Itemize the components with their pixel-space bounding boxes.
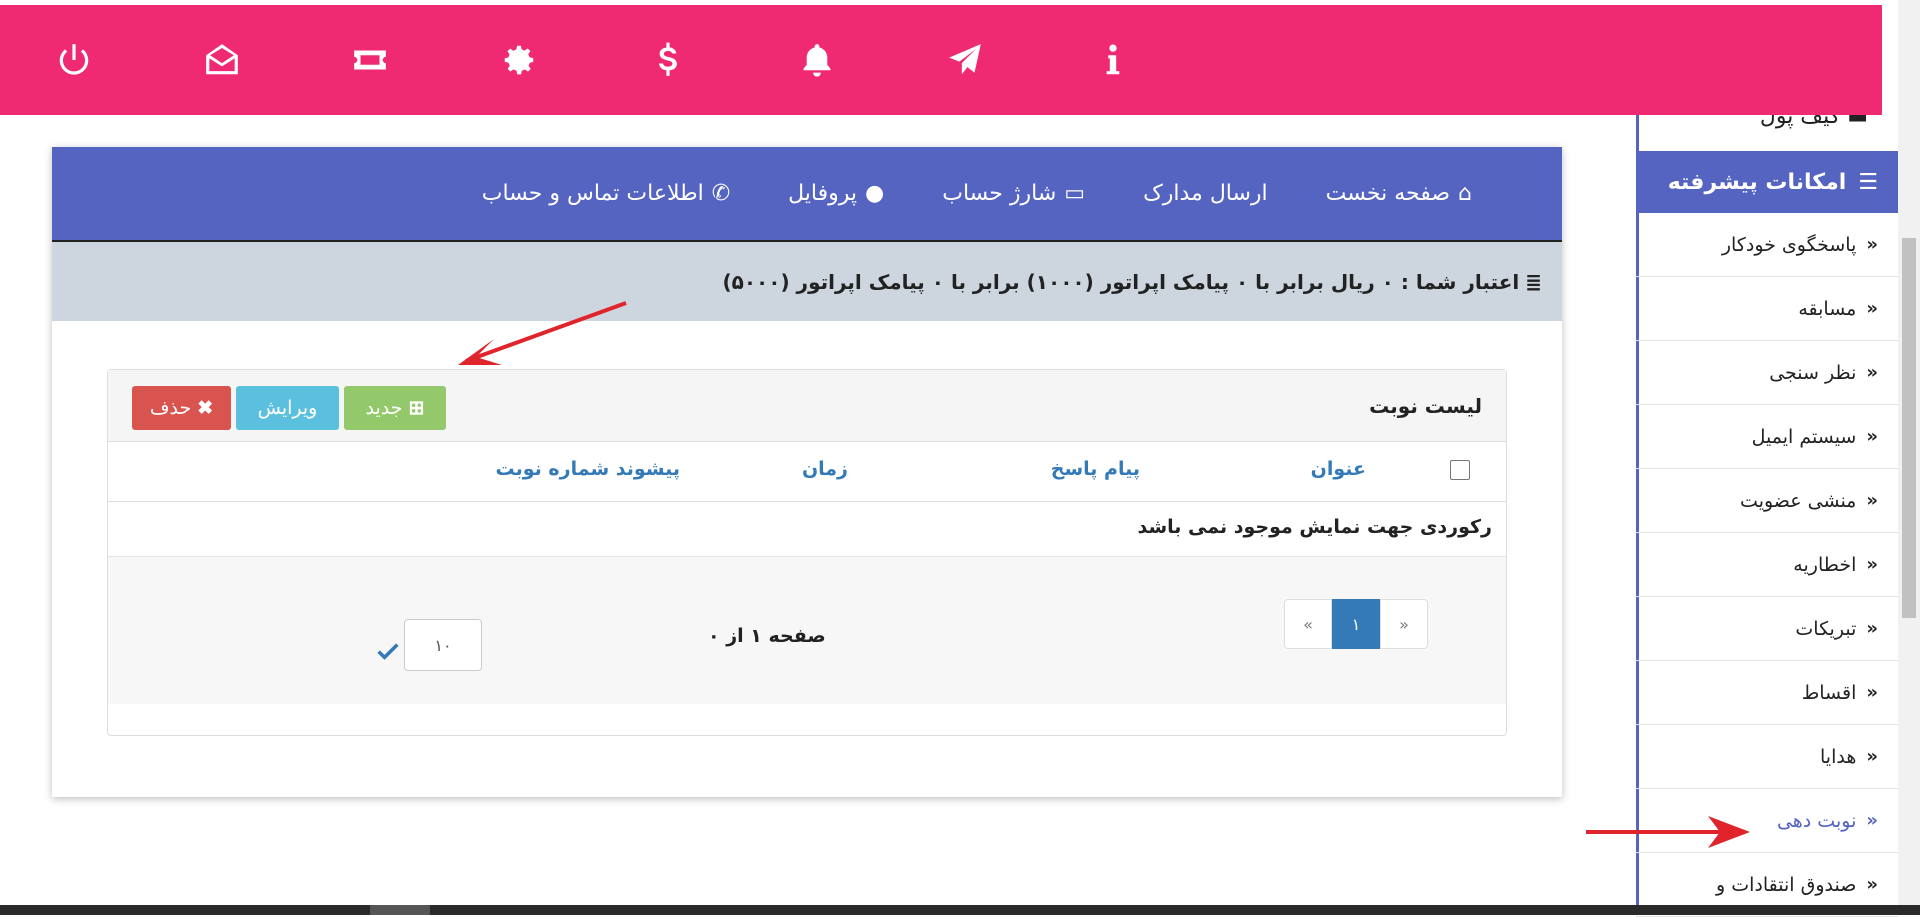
check-icon[interactable]	[374, 637, 402, 665]
sidebar-section-advanced[interactable]: ☰ امکانات پیشرفته	[1636, 151, 1898, 213]
double-chevron-icon: «	[1866, 234, 1878, 255]
list-check-icon: ☰	[1858, 169, 1878, 195]
sidebar-item-contest[interactable]: «مسابقه	[1636, 277, 1898, 341]
sidebar-item-notice[interactable]: «اخطاریه	[1636, 533, 1898, 597]
bell-icon[interactable]	[797, 40, 837, 80]
double-chevron-icon: «	[1866, 298, 1878, 319]
power-icon[interactable]	[54, 40, 94, 80]
appointment-list-panel: لیست نوبت ⊞ جدید ویرایش ✖ حذف عنوان پیام…	[107, 369, 1507, 736]
panel-header: لیست نوبت ⊞ جدید ویرایش ✖ حذف	[108, 370, 1506, 442]
column-time[interactable]: زمان	[802, 458, 848, 480]
double-chevron-icon: «	[1866, 874, 1878, 895]
top-bar	[0, 5, 1882, 115]
gear-icon[interactable]	[499, 40, 539, 80]
ticket-icon[interactable]	[350, 40, 390, 80]
double-chevron-icon: «	[1866, 618, 1878, 639]
column-prefix[interactable]: پیشوند شماره نوبت	[496, 458, 680, 480]
page-info: صفحه ۱ از ۰	[708, 625, 826, 647]
main-nav: ⌂ صفحه نخست ارسال مدارک ▭ شارژ حساب ● پروفا…	[52, 147, 1562, 242]
sidebar-item-gifts[interactable]: «هدایا	[1636, 725, 1898, 789]
taskbar-item[interactable]	[370, 905, 430, 915]
panel-title: لیست نوبت	[1369, 394, 1482, 418]
close-icon: ✖	[197, 397, 214, 419]
sidebar-item-wallet[interactable]: ▬ کیف پول	[1639, 115, 1898, 147]
double-chevron-icon: «	[1866, 490, 1878, 511]
envelope-open-icon[interactable]	[202, 40, 242, 80]
pagination: « ۱ »	[1284, 599, 1428, 649]
database-icon: ≣	[1525, 269, 1542, 294]
pager-row: « ۱ » صفحه ۱ از ۰ ۱۰	[108, 556, 1506, 704]
edit-button[interactable]: ویرایش	[236, 386, 339, 430]
select-all-checkbox[interactable]	[1450, 460, 1470, 480]
sidebar-item-greetings[interactable]: «تبریکات	[1636, 597, 1898, 661]
home-icon: ⌂	[1458, 181, 1472, 206]
sidebar-item-email-system[interactable]: «سیستم ایمیل	[1636, 405, 1898, 469]
double-chevron-icon: «	[1866, 362, 1878, 383]
page-size-input[interactable]: ۱۰	[404, 619, 482, 671]
paper-plane-icon[interactable]	[945, 40, 985, 80]
credit-bar: ≣ اعتبار شما : ۰ ریال برابر با ۰ پیامک ا…	[52, 242, 1562, 321]
pager-next[interactable]: »	[1380, 599, 1428, 649]
annotation-arrow-appointments	[1586, 816, 1750, 848]
table-header: عنوان پیام پاسخ زمان پیشوند شماره نوبت	[108, 442, 1506, 502]
dollar-icon[interactable]	[648, 40, 688, 80]
plus-square-icon: ⊞	[408, 397, 425, 419]
sidebar-item-poll[interactable]: «نظر سنجی	[1636, 341, 1898, 405]
new-button[interactable]: ⊞ جدید	[344, 386, 446, 430]
sidebar: ▬ کیف پول ☰ امکانات پیشرفته «پاسخگوی خود…	[1636, 115, 1898, 917]
column-reply[interactable]: پیام پاسخ	[1051, 458, 1140, 480]
nav-profile[interactable]: ● پروفایل	[788, 181, 884, 206]
double-chevron-icon: «	[1866, 554, 1878, 575]
phone-icon: ✆	[711, 181, 731, 206]
nav-charge[interactable]: ▭ شارژ حساب	[942, 181, 1085, 206]
double-chevron-icon: «	[1866, 426, 1878, 447]
sidebar-item-installments[interactable]: «اقساط	[1636, 661, 1898, 725]
wallet-icon: ▬	[1847, 115, 1868, 129]
sidebar-item-auto-responder[interactable]: «پاسخگوی خودکار	[1636, 213, 1898, 277]
double-chevron-icon: «	[1866, 746, 1878, 767]
annotation-arrow-new-button	[458, 301, 627, 365]
pager-prev[interactable]: «	[1284, 599, 1332, 649]
pager-current[interactable]: ۱	[1332, 599, 1380, 649]
sidebar-item-membership-secretary[interactable]: «منشی عضویت	[1636, 469, 1898, 533]
double-chevron-icon: «	[1866, 810, 1878, 831]
nav-documents[interactable]: ارسال مدارک	[1143, 181, 1268, 206]
column-title[interactable]: عنوان	[1311, 458, 1366, 480]
credit-card-icon: ▭	[1064, 181, 1086, 206]
delete-button[interactable]: ✖ حذف	[132, 386, 231, 430]
empty-message: رکوردی جهت نمایش موجود نمی باشد	[1137, 516, 1492, 538]
nav-contact[interactable]: ✆ اطلاعات تماس و حساب	[482, 181, 730, 206]
scrollbar-thumb[interactable]	[1902, 238, 1916, 618]
double-chevron-icon: «	[1866, 682, 1878, 703]
nav-home[interactable]: ⌂ صفحه نخست	[1326, 181, 1472, 206]
info-icon[interactable]	[1093, 40, 1133, 80]
user-icon: ●	[865, 181, 885, 206]
taskbar-strip	[0, 905, 1920, 915]
main-card: ⌂ صفحه نخست ارسال مدارک ▭ شارژ حساب ● پروفا…	[52, 147, 1562, 797]
